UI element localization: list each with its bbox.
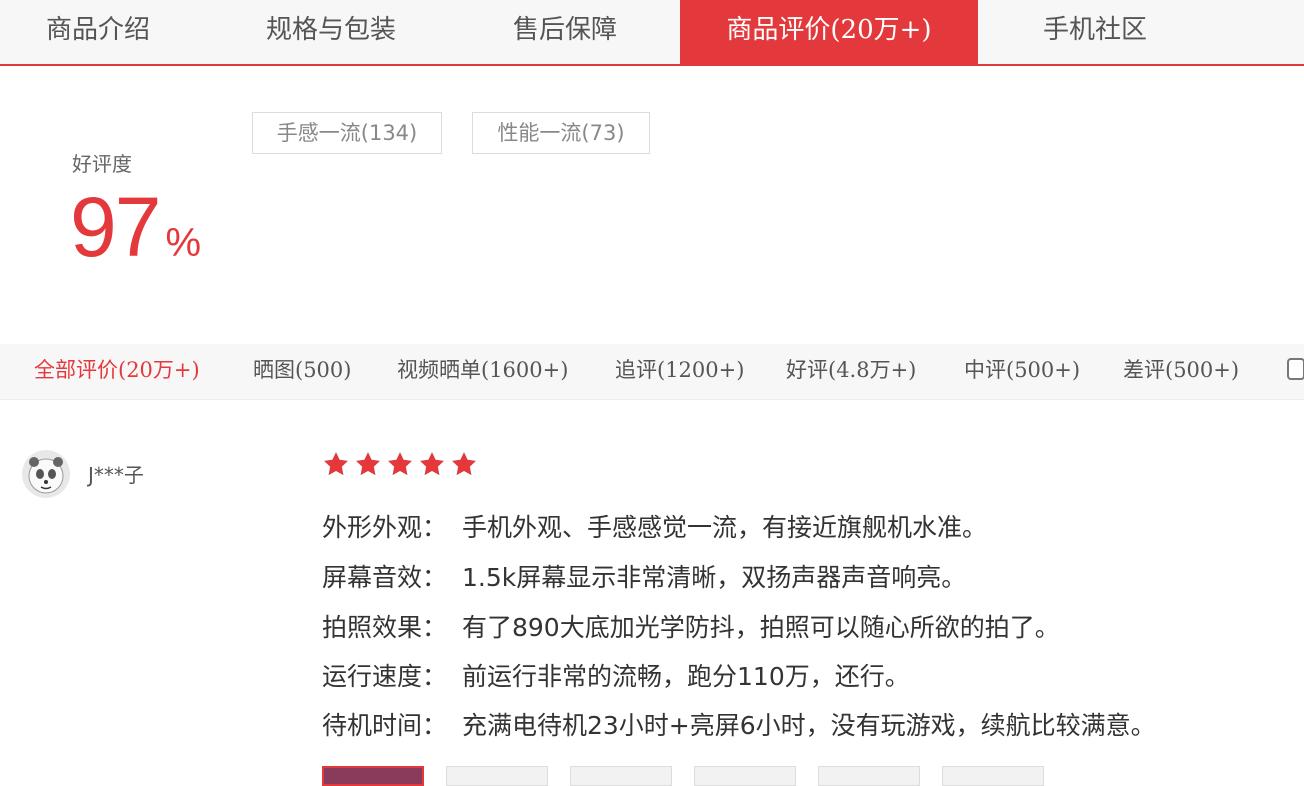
star-icon bbox=[419, 452, 445, 476]
review-line-label: 待机时间： bbox=[322, 711, 448, 740]
positive-rate-label: 好评度 bbox=[72, 152, 132, 176]
tab-phone-community[interactable]: 手机社区 bbox=[995, 0, 1195, 64]
review-line-label: 运行速度： bbox=[322, 662, 448, 691]
filter-photos[interactable]: 晒图(500) bbox=[253, 344, 351, 399]
review-filter-bar: 全部评价(20万+) 晒图(500) 视频晒单(1600+) 追评(1200+)… bbox=[0, 344, 1304, 400]
positive-rate-value: 97% bbox=[70, 182, 201, 272]
review-photo-thumbnail[interactable] bbox=[446, 766, 548, 786]
tab-after-sales[interactable]: 售后保障 bbox=[465, 0, 665, 64]
review-line-label: 拍照效果： bbox=[322, 613, 448, 642]
review-photo-thumbnail[interactable] bbox=[818, 766, 920, 786]
review-line-text: 1.5k屏幕显示非常清晰，双扬声器声音响亮。 bbox=[462, 563, 967, 592]
review-line-text: 手机外观、手感感觉一流，有接近旗舰机水准。 bbox=[462, 513, 988, 542]
filter-follow-up[interactable]: 追评(1200+) bbox=[615, 344, 744, 399]
positive-rate-number: 97 bbox=[70, 180, 161, 274]
reviewer-name: J***子 bbox=[88, 463, 144, 487]
tab-reviews[interactable]: 商品评价(20万+) bbox=[680, 0, 978, 64]
review-line: 拍照效果： 有了890大底加光学防抖，拍照可以随心所欲的拍了。 bbox=[322, 608, 1060, 644]
star-icon bbox=[323, 452, 349, 476]
avatar-panda-icon bbox=[28, 457, 64, 494]
review-line-text: 充满电待机23小时+亮屏6小时，没有玩游戏，续航比较满意。 bbox=[462, 711, 1156, 740]
review-line-label: 外形外观： bbox=[322, 513, 448, 542]
review-tag[interactable]: 手感一流(134) bbox=[252, 112, 442, 154]
star-icon bbox=[355, 452, 381, 476]
review-photo-thumbnail[interactable] bbox=[322, 766, 424, 786]
review-line-text: 有了890大底加光学防抖，拍照可以随心所欲的拍了。 bbox=[462, 613, 1060, 642]
filter-checkbox[interactable] bbox=[1287, 358, 1304, 380]
star-icon bbox=[387, 452, 413, 476]
tab-product-intro[interactable]: 商品介绍 bbox=[0, 0, 196, 64]
avatar bbox=[22, 450, 70, 498]
product-tab-bar: 商品介绍 规格与包装 售后保障 商品评价(20万+) 手机社区 bbox=[0, 0, 1304, 66]
filter-positive[interactable]: 好评(4.8万+) bbox=[786, 344, 916, 399]
review-line: 运行速度： 前运行非常的流畅，跑分110万，还行。 bbox=[322, 657, 910, 693]
filter-neutral[interactable]: 中评(500+) bbox=[964, 344, 1080, 399]
review-tag[interactable]: 性能一流(73) bbox=[472, 112, 650, 154]
filter-negative[interactable]: 差评(500+) bbox=[1123, 344, 1239, 399]
rating-stars bbox=[322, 450, 482, 478]
review-line: 待机时间： 充满电待机23小时+亮屏6小时，没有玩游戏，续航比较满意。 bbox=[322, 706, 1156, 742]
review-photo-thumbnail[interactable] bbox=[570, 766, 672, 786]
review-photo-thumbnail[interactable] bbox=[694, 766, 796, 786]
filter-all[interactable]: 全部评价(20万+) bbox=[34, 344, 200, 399]
positive-rate-unit: % bbox=[165, 221, 202, 265]
star-icon bbox=[451, 452, 477, 476]
review-line-label: 屏幕音效： bbox=[322, 563, 448, 592]
tab-specs-packaging[interactable]: 规格与包装 bbox=[226, 0, 436, 64]
review-photo-thumbnail[interactable] bbox=[942, 766, 1044, 786]
review-line: 屏幕音效： 1.5k屏幕显示非常清晰，双扬声器声音响亮。 bbox=[322, 558, 966, 594]
review-line-text: 前运行非常的流畅，跑分110万，还行。 bbox=[462, 662, 910, 691]
filter-video[interactable]: 视频晒单(1600+) bbox=[397, 344, 568, 399]
review-line: 外形外观： 手机外观、手感感觉一流，有接近旗舰机水准。 bbox=[322, 508, 987, 544]
